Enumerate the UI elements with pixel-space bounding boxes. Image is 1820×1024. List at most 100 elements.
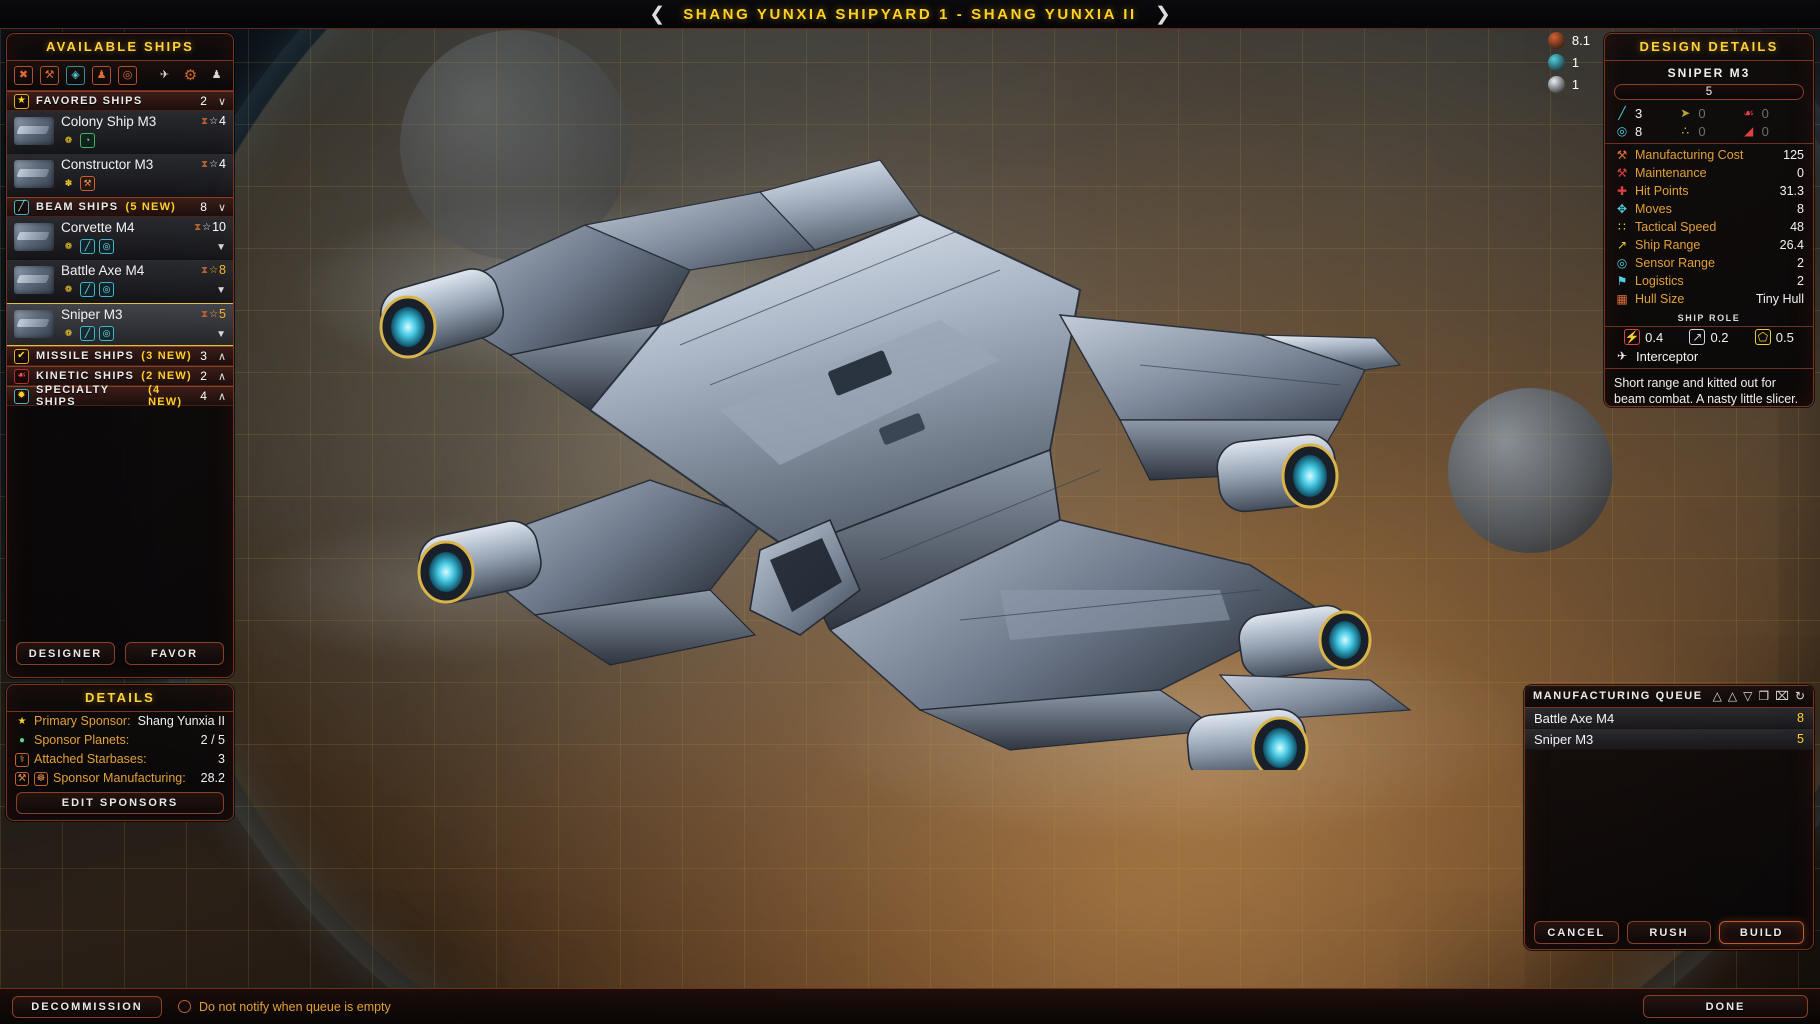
- category-new-count: (4 new): [148, 384, 183, 408]
- shipyard-screen: ❮ Shang Yunxia Shipyard 1 - Shang Yunxia…: [0, 0, 1820, 1024]
- detail-label: Sponsor Planets:: [34, 733, 130, 747]
- ship-list-item[interactable]: Colony Ship M3 ❁ ◔ ⧗ ☆ 4: [7, 111, 233, 154]
- category-count: 3: [200, 349, 207, 363]
- notify-radio-icon[interactable]: [178, 1000, 191, 1013]
- design-details-title: Design Details: [1605, 34, 1813, 61]
- category-count: 4: [200, 389, 207, 403]
- category-count: 2: [200, 94, 207, 108]
- chevron-left-icon[interactable]: ❮: [649, 5, 665, 24]
- factory-icon: ☸: [34, 771, 48, 786]
- queue-item-name: Battle Axe M4: [1534, 710, 1615, 726]
- design-row-value: 2: [1797, 274, 1804, 288]
- duplicate-icon[interactable]: ❐: [1758, 690, 1769, 702]
- resource-item: 1: [1547, 76, 1590, 93]
- user-icon[interactable]: ♟: [207, 66, 226, 85]
- design-row-value: 26.4: [1779, 238, 1804, 252]
- manufacturing-queue-list[interactable]: Battle Axe M4 8 Sniper M3 5: [1525, 708, 1813, 750]
- favorite-star-icon[interactable]: ☆: [209, 309, 218, 320]
- category-name: Favored Ships: [36, 95, 143, 107]
- hourglass-icon: ⧗: [194, 221, 202, 233]
- ship-tags: ❁ ╱ ◎: [61, 326, 179, 341]
- ship-list-item[interactable]: Constructor M3 ✽ ⚒ ⧗ ☆ 4: [7, 154, 233, 197]
- favorite-star-icon[interactable]: ☆: [202, 222, 211, 233]
- defense-filter-icon[interactable]: ◈: [66, 66, 85, 85]
- design-build-count[interactable]: 5: [1614, 84, 1804, 100]
- repeat-icon[interactable]: ↻: [1795, 690, 1805, 702]
- manufacturing-filter-icon[interactable]: ⚒: [40, 66, 59, 85]
- move-to-top-icon[interactable]: △: [1713, 690, 1722, 702]
- ship-category-specialty-ships[interactable]: ✹ Specialty Ships (4 new) 4 ∧: [7, 384, 233, 408]
- detail-value: 28.2: [200, 771, 225, 785]
- favorite-star-icon[interactable]: ☆: [209, 265, 218, 276]
- troops-filter-icon[interactable]: ♟: [92, 66, 111, 85]
- ship-thumbnail: [14, 160, 54, 188]
- queue-row[interactable]: Sniper M3 5: [1525, 729, 1813, 750]
- design-row: ✥ Moves 8: [1605, 200, 1813, 218]
- detail-label: Primary Sponsor:: [34, 714, 131, 728]
- filter-all-icon[interactable]: ✖: [14, 66, 33, 85]
- design-stat: ◢ 0: [1741, 123, 1804, 139]
- ship-list-item[interactable]: Sniper M3 ❁ ╱ ◎ ⧗ ☆ 5 ▼: [7, 303, 233, 346]
- favorite-star-icon[interactable]: ☆: [209, 116, 218, 127]
- move-up-icon[interactable]: △: [1728, 690, 1737, 702]
- ship-list-item[interactable]: Battle Axe M4 ❁ ╱ ◎ ⧗ ☆ 8 ▼: [7, 260, 233, 303]
- ship-quantity: 10: [212, 220, 226, 234]
- detail-value: 2 / 5: [200, 733, 225, 747]
- category-new-count: (2 new): [141, 370, 192, 382]
- rush-button[interactable]: Rush: [1626, 921, 1712, 944]
- ship-category-kinetic-ships[interactable]: ☙ Kinetic Ships (2 new) 2 ∧: [7, 366, 233, 386]
- armor-icon: ◢: [1744, 124, 1754, 138]
- manufacturing-cost-icon: ⚒: [1616, 148, 1628, 162]
- done-button[interactable]: Done: [1643, 995, 1808, 1018]
- ship-list-item[interactable]: Corvette M4 ❁ ╱ ◎ ⧗ ☆ 10 ▼: [7, 217, 233, 260]
- category-chevron-icon[interactable]: ∨: [218, 201, 226, 214]
- expand-caret-icon[interactable]: ▼: [186, 329, 226, 340]
- shipyard-icon[interactable]: ✈: [155, 66, 174, 85]
- role-rating: ↗ 0.2: [1689, 329, 1729, 345]
- build-button[interactable]: Build: [1719, 921, 1805, 944]
- available-ships-list[interactable]: ★ Favored Ships 2 ∨ Colony Ship M3 ❁ ◔ ⧗ ☆ 4 Const…: [7, 91, 233, 647]
- design-row-value: 31.3: [1779, 184, 1804, 198]
- category-chevron-icon[interactable]: ∧: [218, 350, 226, 363]
- ship-info: Colony Ship M3 ❁ ◔: [61, 114, 179, 148]
- notify-toggle[interactable]: Do not notify when queue is empty: [178, 1000, 391, 1014]
- ship-category-favored-ships[interactable]: ★ Favored Ships 2 ∨: [7, 91, 233, 111]
- sensor-range-icon: ◎: [1616, 256, 1628, 270]
- ship-category-missile-ships[interactable]: ✔ Missile Ships (3 new) 3 ∧: [7, 346, 233, 366]
- design-row: ⚒ Maintenance 0: [1605, 164, 1813, 182]
- support-filter-icon[interactable]: ◎: [118, 66, 137, 85]
- delete-icon[interactable]: ⌧: [1775, 690, 1789, 702]
- category-chevron-icon[interactable]: ∧: [218, 390, 226, 403]
- chevron-right-icon[interactable]: ❯: [1155, 5, 1171, 24]
- cancel-button[interactable]: Cancel: [1534, 921, 1619, 944]
- ship-thumbnail: [14, 223, 54, 251]
- gear-icon[interactable]: ⚙: [181, 66, 200, 85]
- resource-bar: 8.1 1 1: [1547, 32, 1590, 93]
- queue-row[interactable]: Battle Axe M4 8: [1525, 708, 1813, 729]
- favorite-star-icon[interactable]: ☆: [209, 159, 218, 170]
- expand-caret-icon[interactable]: ▼: [186, 242, 226, 253]
- attack-rating-icon: ⚡: [1624, 329, 1641, 345]
- edit-sponsors-button[interactable]: Edit Sponsors: [16, 792, 224, 814]
- ship-count: ⧗ ☆ 4: [186, 157, 226, 171]
- designer-button[interactable]: Designer: [16, 642, 115, 665]
- manufacturing-queue-header: Manufacturing Queue △ △ ▽ ❐ ⌧ ↻: [1525, 686, 1813, 708]
- category-chevron-icon[interactable]: ∨: [218, 95, 226, 108]
- design-row-label: Manufacturing Cost: [1635, 148, 1744, 162]
- favor-button[interactable]: Favor: [125, 642, 224, 665]
- ship-role-ratings: ⚡ 0.4 ↗ 0.2 ⬠ 0.5: [1605, 326, 1813, 347]
- decommission-button[interactable]: Decommission: [12, 995, 162, 1018]
- detail-row: ★ Primary Sponsor: Shang Yunxia II: [7, 712, 233, 731]
- ship-name: Colony Ship M3: [61, 114, 157, 129]
- ship-quantity: 4: [219, 114, 226, 128]
- ship-info: Constructor M3 ✽ ⚒: [61, 157, 179, 191]
- category-chevron-icon[interactable]: ∧: [218, 370, 226, 383]
- detail-row: ⚕ Attached Starbases: 3: [7, 750, 233, 769]
- expand-caret-icon[interactable]: ▼: [186, 285, 226, 296]
- move-down-icon[interactable]: ▽: [1743, 690, 1752, 702]
- design-row: ◎ Sensor Range 2: [1605, 254, 1813, 272]
- role-rating-value: 0.4: [1645, 329, 1664, 345]
- design-ship-name: Sniper M3: [1667, 66, 1751, 80]
- ship-category-beam-ships[interactable]: ╱ Beam Ships (5 new) 8 ∨: [7, 197, 233, 217]
- design-row-label: Moves: [1635, 202, 1672, 216]
